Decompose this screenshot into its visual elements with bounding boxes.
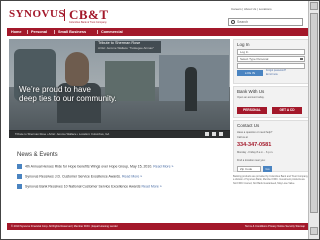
contact-line1: Have a question or need help?: [237, 131, 273, 134]
login-panel: Log In Log In Select Type Personal LOG I…: [233, 39, 309, 84]
contact-line2: Call us at: [237, 136, 248, 139]
contact-hours: Monday - Friday 8 a.m. - 6 p.m.: [237, 151, 274, 154]
hero-caption-sub: Artist: Jerome Wallace “Tuskegee Airman”: [98, 46, 154, 50]
next-icon[interactable]: [219, 132, 223, 136]
search-input[interactable]: Search: [228, 18, 303, 26]
hero-tagline: We’re proud to have deep ties to our com…: [19, 85, 117, 103]
painter-figure: [185, 67, 197, 111]
search-icon[interactable]: [231, 20, 235, 24]
go-button[interactable]: Go: [263, 166, 272, 172]
list-item: Synovus Bank Receives 10 National Custom…: [17, 184, 162, 189]
read-more-link[interactable]: Read More »: [122, 174, 142, 178]
nav-item-personal[interactable]: Personal: [31, 28, 47, 36]
list-item: 4th Annual Heroes Ride for Hope benefits…: [17, 164, 173, 169]
hero-tagline-line1: We’re proud to have: [19, 85, 91, 94]
nav-item-commercial[interactable]: Commercial: [101, 28, 123, 36]
enroll-link[interactable]: Enroll now: [266, 73, 286, 77]
footer-copyright: © 2010 Synovus Financial Corp. All Right…: [11, 225, 118, 228]
disclaimer: Banking products are provided by Columbu…: [233, 175, 309, 185]
hero-tagline-line2: deep ties to our community.: [19, 94, 117, 103]
page: SYNOVUS CB&T Columbus Bank & Trust Compa…: [7, 4, 309, 234]
contact-phone: 334-347-0581: [237, 142, 272, 148]
bank-with-us-title: Bank With Us: [237, 89, 265, 94]
nav-divider: [54, 30, 55, 34]
read-more-link[interactable]: Read More »: [141, 184, 161, 188]
news-icon: [17, 164, 22, 169]
logo-tagline: Columbus Bank & Trust Company: [69, 21, 107, 24]
browser-window: SYNOVUS CB&T Columbus Bank & Trust Compa…: [0, 0, 320, 240]
news-icon: [17, 174, 22, 179]
zip-code-field[interactable]: Zip Code: [237, 166, 261, 172]
list-item: Synovus Receives J.D. Customer Service E…: [17, 174, 142, 179]
news-item-text: 4th Annual Heroes Ride for Hope benefits…: [25, 164, 153, 169]
pause-icon[interactable]: [205, 132, 209, 136]
chevron-down-icon: [300, 58, 303, 61]
hero-caption: Tribute to Sherman Rose Artist: Jerome W…: [95, 41, 161, 53]
news-icon: [17, 184, 22, 189]
search-placeholder: Search: [237, 20, 249, 24]
bank-with-us-panel: Bank With Us Open an account today. PERS…: [233, 86, 309, 118]
bank-with-us-sub: Open an account today.: [237, 96, 265, 99]
forgot-password-link[interactable]: Forgot password?: [266, 69, 286, 73]
main-nav: Home Personal Small Business Commercial: [7, 28, 309, 36]
prev-icon[interactable]: [212, 132, 216, 136]
news-item-text: Synovus Bank Receives 10 National Custom…: [25, 184, 141, 189]
mural-airman-face: [65, 52, 89, 86]
account-type-select[interactable]: Select Type Personal: [237, 56, 305, 62]
vertical-scrollbar[interactable]: [308, 1, 319, 239]
logo-divider: [64, 9, 65, 21]
top-links[interactable]: Careers | About Us | Locations: [231, 7, 272, 11]
news-item-text: Synovus Receives J.D. Customer Service E…: [25, 174, 122, 179]
news-title: News & Events: [17, 152, 58, 158]
login-button[interactable]: LOG IN: [237, 70, 263, 76]
nav-divider: [27, 30, 28, 34]
contact-find-location: Find a location near you:: [237, 159, 266, 162]
hero-bottom-text: Tribute to Sherman Rose • Artist: Jerome…: [15, 132, 110, 136]
login-title: Log In: [237, 42, 250, 47]
nav-item-small-business[interactable]: Small Business: [58, 28, 86, 36]
login-id-field[interactable]: Log In: [237, 49, 305, 55]
nav-item-home[interactable]: Home: [11, 28, 22, 36]
read-more-link[interactable]: Read More »: [153, 164, 173, 168]
synovus-logo[interactable]: SYNOVUS: [9, 8, 65, 20]
personal-button[interactable]: PERSONAL: [237, 107, 267, 114]
hero-banner[interactable]: Tribute to Sherman Rose Artist: Jerome W…: [9, 39, 230, 138]
footer-links[interactable]: Terms & Conditions Privacy Notice Securi…: [245, 223, 305, 230]
get-a-cd-button[interactable]: GET A CD: [272, 107, 302, 114]
login-links: Forgot password? Enroll now: [266, 69, 286, 76]
contact-panel: Contact Us Have a question or need help?…: [233, 120, 309, 172]
scroll-down-icon[interactable]: [310, 227, 318, 235]
footer: © 2010 Synovus Financial Corp. All Right…: [7, 223, 309, 230]
nav-divider: [97, 30, 98, 34]
scrollbar-thumb[interactable]: [310, 13, 318, 213]
scroll-up-icon[interactable]: [310, 2, 318, 10]
account-type-value: Select Type Personal: [240, 57, 269, 61]
contact-title: Contact Us: [237, 123, 260, 128]
hero-controls: Tribute to Sherman Rose • Artist: Jerome…: [9, 130, 230, 138]
